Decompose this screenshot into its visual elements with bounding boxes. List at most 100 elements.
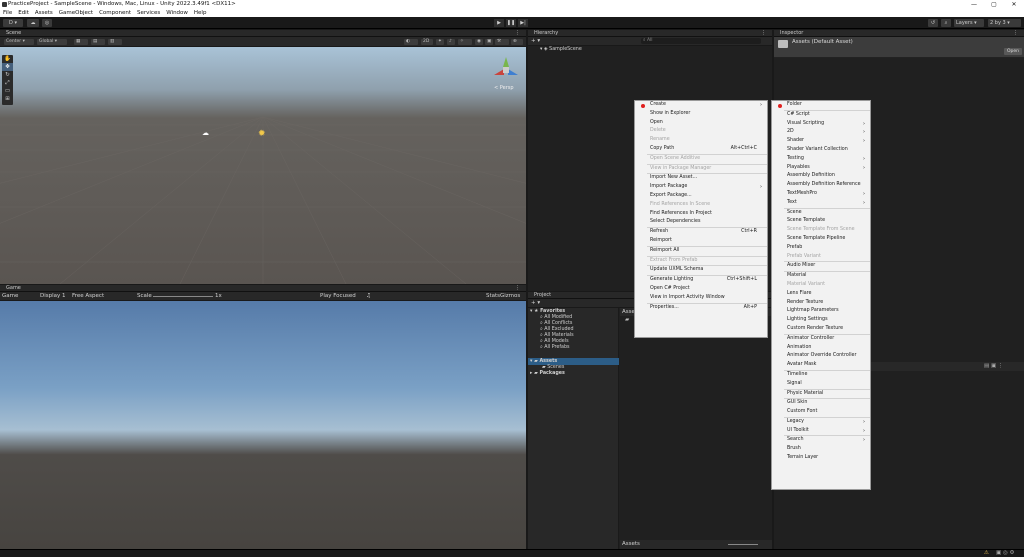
menu-file[interactable]: File bbox=[3, 9, 12, 17]
create-item-c-script[interactable]: C# Script bbox=[772, 111, 870, 120]
create-item-text[interactable]: Text › bbox=[772, 199, 870, 208]
menu-item-show-in-explorer[interactable]: Show in Explorer bbox=[635, 110, 767, 119]
hand-tool-icon[interactable]: ✋ bbox=[2, 55, 13, 63]
create-item-visual-scripting[interactable]: Visual Scripting › bbox=[772, 120, 870, 129]
search-icon[interactable]: ⌕ bbox=[941, 19, 951, 27]
draw-mode-icon[interactable]: ◐ bbox=[404, 39, 418, 45]
audio-icon[interactable]: ♪ bbox=[447, 39, 455, 45]
create-item-lighting-settings[interactable]: Lighting Settings bbox=[772, 316, 870, 325]
aspect-dropdown[interactable]: Free Aspect bbox=[72, 293, 104, 299]
cloud-icon[interactable]: ☁ bbox=[27, 19, 39, 27]
create-item-2d[interactable]: 2D › bbox=[772, 128, 870, 137]
create-item-animator-override-controller[interactable]: Animator Override Controller bbox=[772, 352, 870, 361]
maximize-button[interactable]: ▢ bbox=[984, 0, 1004, 9]
scene-viewport[interactable]: ✋ ✥ ↻ ⤢ ▭ ⊞ < Persp ☁ ✹ bbox=[0, 47, 526, 284]
folder-icon[interactable]: ▰ bbox=[625, 317, 629, 323]
gizmos-toggle[interactable]: Gizmos bbox=[500, 293, 520, 299]
create-item-assembly-definition[interactable]: Assembly Definition bbox=[772, 172, 870, 181]
more-icon[interactable]: ⋮ bbox=[1013, 30, 1018, 37]
create-item-scene[interactable]: Scene bbox=[772, 209, 870, 218]
create-item-textmeshpro[interactable]: TextMeshPro › bbox=[772, 190, 870, 199]
menu-item-import-new-asset[interactable]: Import New Asset... bbox=[635, 174, 767, 183]
menu-item-open-c-project[interactable]: Open C# Project bbox=[635, 285, 767, 294]
camera-icon[interactable]: ▣ bbox=[485, 39, 493, 45]
menu-item-copy-path[interactable]: Copy Path Alt+Ctrl+C bbox=[635, 145, 767, 154]
play-button[interactable]: ▶ bbox=[494, 19, 504, 27]
hierarchy-add-button[interactable]: + ▾ bbox=[531, 38, 540, 44]
menu-item-create[interactable]: Create › bbox=[635, 101, 767, 110]
layout-dropdown[interactable]: 2 by 3 ▾ bbox=[988, 19, 1021, 27]
create-item-signal[interactable]: Signal bbox=[772, 380, 870, 389]
grid-icon[interactable]: ▥ bbox=[108, 39, 122, 45]
open-button[interactable]: Open bbox=[1004, 48, 1023, 55]
warning-icon[interactable]: ⚠ bbox=[984, 550, 989, 556]
menu-item-view-in-import-activity-window[interactable]: View in Import Activity Window bbox=[635, 294, 767, 303]
project-add-button[interactable]: + ▾ bbox=[531, 300, 540, 306]
grid-snap-icon[interactable]: ▦ bbox=[74, 39, 88, 45]
rotate-tool-icon[interactable]: ↻ bbox=[2, 71, 13, 79]
create-item-animator-controller[interactable]: Animator Controller bbox=[772, 335, 870, 344]
scene-orientation-gizmo-icon[interactable] bbox=[492, 55, 520, 83]
gizmos-icon[interactable]: ⊕ bbox=[511, 39, 523, 45]
menu-gameobject[interactable]: GameObject bbox=[59, 9, 93, 17]
create-item-search[interactable]: Search › bbox=[772, 436, 870, 445]
transform-tool-icon[interactable]: ⊞ bbox=[2, 95, 13, 103]
rect-tool-icon[interactable]: ▭ bbox=[2, 87, 13, 95]
tab-game[interactable]: Game bbox=[6, 285, 21, 291]
scale-slider[interactable] bbox=[153, 296, 213, 297]
tab-inspector[interactable]: Inspector bbox=[780, 30, 803, 36]
create-item-lightmap-parameters[interactable]: Lightmap Parameters bbox=[772, 307, 870, 316]
close-button[interactable]: ✕ bbox=[1004, 0, 1024, 9]
menu-item-export-package[interactable]: Export Package... bbox=[635, 192, 767, 201]
create-item-ui-toolkit[interactable]: UI Toolkit › bbox=[772, 427, 870, 436]
history-icon[interactable]: ↺ bbox=[928, 19, 938, 27]
menu-item-find-references-in-project[interactable]: Find References In Project bbox=[635, 210, 767, 219]
create-item-avatar-mask[interactable]: Avatar Mask bbox=[772, 361, 870, 370]
create-item-lens-flare[interactable]: Lens Flare bbox=[772, 290, 870, 299]
step-button[interactable]: ▶| bbox=[518, 19, 528, 27]
account-button[interactable]: D ▾ bbox=[3, 19, 23, 27]
create-item-audio-mixer[interactable]: Audio Mixer bbox=[772, 262, 870, 271]
create-item-playables[interactable]: Playables › bbox=[772, 164, 870, 173]
tab-hierarchy[interactable]: Hierarchy bbox=[534, 30, 558, 36]
create-item-assembly-definition-reference[interactable]: Assembly Definition Reference bbox=[772, 181, 870, 190]
create-item-shader[interactable]: Shader › bbox=[772, 137, 870, 146]
menu-item-reimport-all[interactable]: Reimport All bbox=[635, 247, 767, 256]
hierarchy-search-input[interactable]: ⌕ All bbox=[641, 38, 761, 44]
menu-component[interactable]: Component bbox=[99, 9, 131, 17]
menu-item-update-uxml-schema[interactable]: Update UXML Schema bbox=[635, 266, 767, 275]
hidden-objects-icon[interactable]: ◉ bbox=[475, 39, 483, 45]
global-dropdown[interactable]: Global ▾ bbox=[37, 39, 67, 45]
create-item-timeline[interactable]: Timeline bbox=[772, 371, 870, 380]
create-item-scene-template[interactable]: Scene Template bbox=[772, 217, 870, 226]
light-gizmo-icon[interactable]: ✹ bbox=[258, 129, 266, 139]
collab-icon[interactable]: ◎ bbox=[42, 19, 52, 27]
menu-edit[interactable]: Edit bbox=[18, 9, 29, 17]
perspective-label[interactable]: < Persp bbox=[494, 85, 514, 91]
menu-item-open[interactable]: Open bbox=[635, 119, 767, 128]
create-item-physic-material[interactable]: Physic Material bbox=[772, 390, 870, 399]
favorite-item[interactable]: ⌕ All Prefabs bbox=[540, 344, 570, 351]
more-icon[interactable]: ⋮ bbox=[761, 30, 766, 37]
move-tool-icon[interactable]: ✥ bbox=[2, 63, 13, 71]
scene-row[interactable]: ▾ ◈ SampleScene bbox=[540, 46, 582, 53]
lighting-icon[interactable]: ✦ bbox=[436, 39, 444, 45]
menu-help[interactable]: Help bbox=[194, 9, 207, 17]
tab-scene[interactable]: Scene bbox=[6, 30, 21, 36]
effects-icon[interactable]: ✧ bbox=[458, 39, 472, 45]
create-item-gui-skin[interactable]: GUI Skin bbox=[772, 399, 870, 408]
create-item-animation[interactable]: Animation bbox=[772, 344, 870, 353]
menu-item-import-package[interactable]: Import Package › bbox=[635, 183, 767, 192]
pause-button[interactable]: ❚❚ bbox=[506, 19, 516, 27]
create-item-render-texture[interactable]: Render Texture bbox=[772, 299, 870, 308]
create-item-folder[interactable]: Folder bbox=[772, 101, 870, 110]
create-item-prefab[interactable]: Prefab bbox=[772, 244, 870, 253]
menu-services[interactable]: Services bbox=[137, 9, 160, 17]
status-icons[interactable]: ▣ ◎ ⚙ bbox=[996, 550, 1014, 556]
menu-item-generate-lighting[interactable]: Generate Lighting Ctrl+Shift+L bbox=[635, 276, 767, 285]
menu-window[interactable]: Window bbox=[166, 9, 188, 17]
create-item-terrain-layer[interactable]: Terrain Layer bbox=[772, 454, 870, 463]
mute-audio-icon[interactable]: ♫ bbox=[366, 293, 371, 299]
menu-item-refresh[interactable]: Refresh Ctrl+R bbox=[635, 228, 767, 237]
play-focused-dropdown[interactable]: Play Focused bbox=[320, 293, 356, 299]
